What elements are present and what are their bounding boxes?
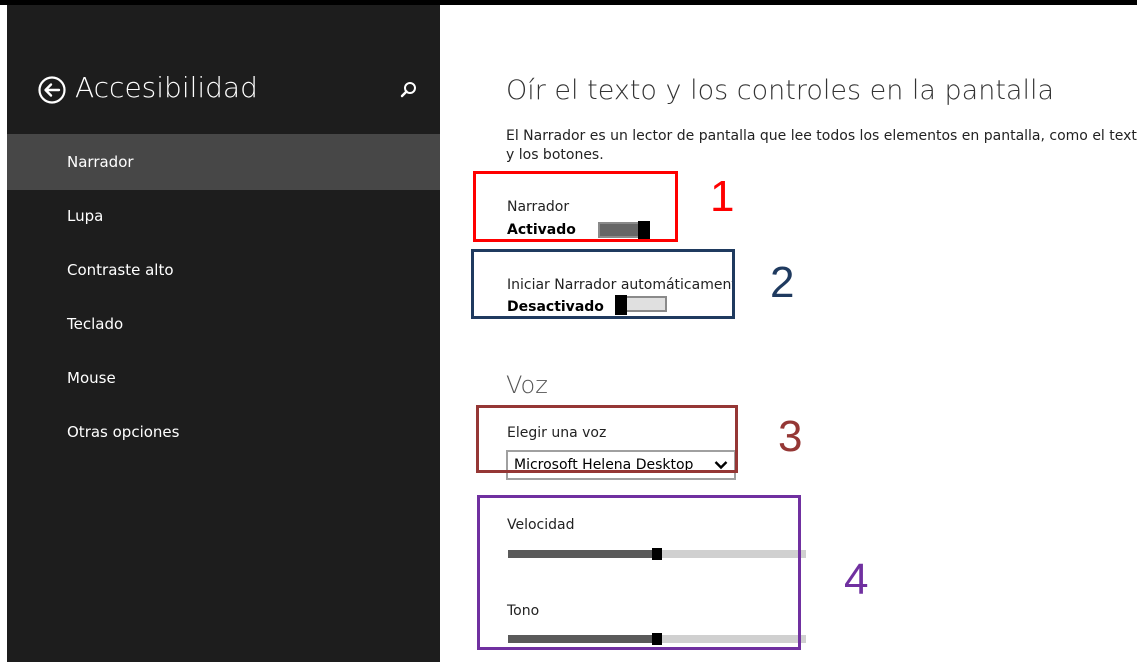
voice-section-title: Voz <box>506 371 548 399</box>
sidebar-item-lupa[interactable]: Lupa <box>7 188 440 244</box>
sidebar-item-label: Contraste alto <box>67 261 174 279</box>
annotation-number-1: 1 <box>710 172 735 221</box>
annotation-number-2: 2 <box>770 258 795 307</box>
sidebar-item-contraste-alto[interactable]: Contraste alto <box>7 242 440 298</box>
sidebar-item-teclado[interactable]: Teclado <box>7 296 440 352</box>
search-icon[interactable] <box>397 79 419 101</box>
sidebar-item-narrador[interactable]: Narrador <box>7 134 440 190</box>
annotation-box-1 <box>473 171 678 242</box>
annotation-number-4: 4 <box>844 555 869 604</box>
sidebar-title: Accesibilidad <box>75 71 258 104</box>
sidebar-item-label: Narrador <box>67 153 134 171</box>
sidebar-item-label: Teclado <box>67 315 124 333</box>
sidebar-item-otras-opciones[interactable]: Otras opciones <box>7 404 440 460</box>
sidebar-item-mouse[interactable]: Mouse <box>7 350 440 406</box>
annotation-box-3 <box>476 405 738 473</box>
sidebar-item-label: Lupa <box>67 207 104 225</box>
sidebar-item-label: Mouse <box>67 369 116 387</box>
sidebar: Accesibilidad Narrador Lupa Contraste al… <box>7 5 440 662</box>
annotation-box-4 <box>477 495 801 650</box>
annotation-box-2 <box>471 249 735 319</box>
back-arrow-circle-icon[interactable] <box>37 75 67 105</box>
page-description: El Narrador es un lector de pantalla que… <box>506 128 1137 163</box>
page-title: Oír el texto y los controles en la panta… <box>506 75 1055 106</box>
sidebar-item-label: Otras opciones <box>67 423 180 441</box>
annotation-number-3: 3 <box>778 412 803 461</box>
